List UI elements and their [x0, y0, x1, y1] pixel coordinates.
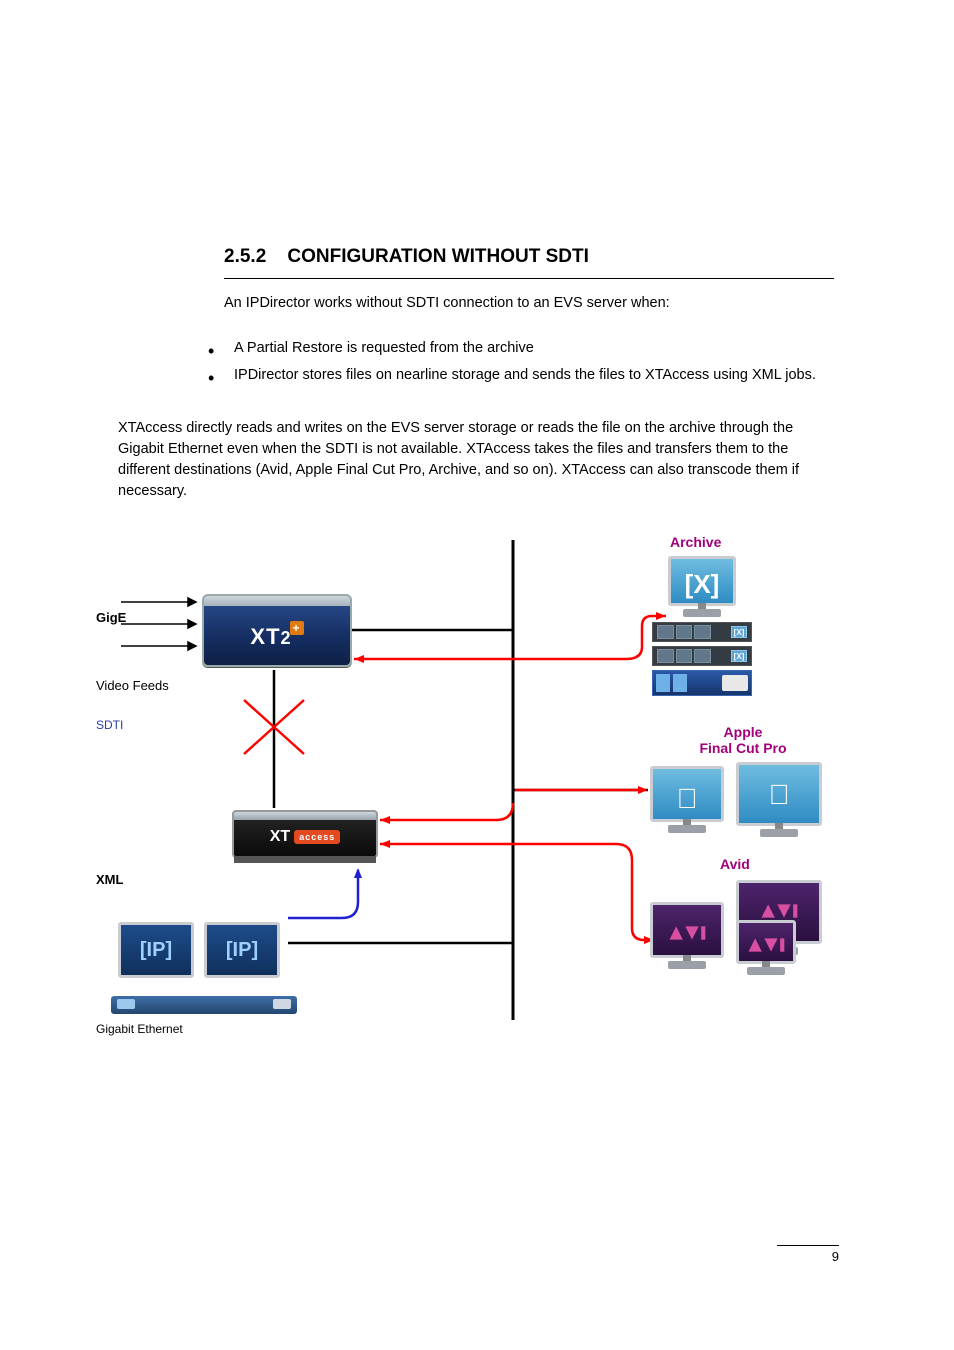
archive-rack-unit: [X]: [652, 646, 752, 666]
label-avid: Avid: [720, 856, 750, 872]
apple-monitor: : [736, 762, 822, 826]
page-number: 9: [777, 1245, 839, 1264]
archive-monitor: [X]: [668, 556, 736, 606]
label-archive: Archive: [670, 534, 721, 550]
apple-line1: Apple: [678, 724, 808, 740]
list-item: IPDirector stores files on nearline stor…: [198, 365, 834, 386]
archive-rack-unit: [X]: [652, 622, 752, 642]
archive-storage-unit: [652, 670, 752, 696]
network-diagram: Video Feeds GigE SDTI XML Gigabit Ethern…: [96, 530, 836, 1040]
apple-logo-icon: : [739, 779, 819, 811]
ip-label: [IP]: [226, 939, 258, 962]
ip-label: [IP]: [140, 939, 172, 962]
intro-paragraph: An IPDirector works without SDTI connect…: [224, 293, 834, 314]
xtaccess-sub: access: [294, 830, 340, 844]
avid-logo-icon: [739, 935, 793, 960]
archive-x-icon: [X]: [671, 569, 733, 600]
apple-line2: Final Cut Pro: [678, 740, 808, 756]
section-number: 2.5.2: [224, 246, 266, 267]
list-item-text: A Partial Restore is requested from the …: [234, 340, 534, 356]
section-header: 2.5.2 CONFIGURATION WITHOUT SDTI An IPDi…: [224, 246, 834, 314]
section-heading: 2.5.2 CONFIGURATION WITHOUT SDTI: [224, 246, 834, 268]
list-item-text: IPDirector stores files on nearline stor…: [234, 367, 816, 383]
divider: [224, 278, 834, 279]
label-gige: GigE: [96, 610, 126, 625]
list-item: A Partial Restore is requested from the …: [198, 338, 834, 359]
label-video-feeds: Video Feeds: [96, 678, 169, 693]
body-paragraph: XTAccess directly reads and writes on th…: [118, 418, 834, 502]
apple-monitor: : [650, 766, 724, 822]
label-gigabit-ethernet: Gigabit Ethernet: [96, 1022, 183, 1036]
ipdirector-screen: [IP]: [204, 922, 280, 978]
ipdirector-screen: [IP]: [118, 922, 194, 978]
avid-monitor: [650, 902, 724, 958]
node-ipdirector: [IP] [IP]: [116, 922, 296, 1012]
label-apple-fcp: Apple Final Cut Pro: [678, 724, 808, 756]
avid-monitor: [736, 920, 796, 964]
label-xml: XML: [96, 872, 123, 887]
ipdirector-base: [111, 996, 297, 1014]
node-xtaccess: XT access: [232, 810, 378, 858]
node-xt2-server: XT2+: [202, 594, 352, 667]
xtaccess-text: XT: [270, 828, 290, 845]
bullet-list: A Partial Restore is requested from the …: [198, 338, 834, 392]
section-title: CONFIGURATION WITHOUT SDTI: [287, 246, 589, 267]
apple-logo-icon: : [653, 783, 721, 815]
xt2-text: XT: [250, 624, 280, 649]
label-sdti: SDTI: [96, 718, 123, 732]
avid-logo-icon: [653, 923, 721, 948]
